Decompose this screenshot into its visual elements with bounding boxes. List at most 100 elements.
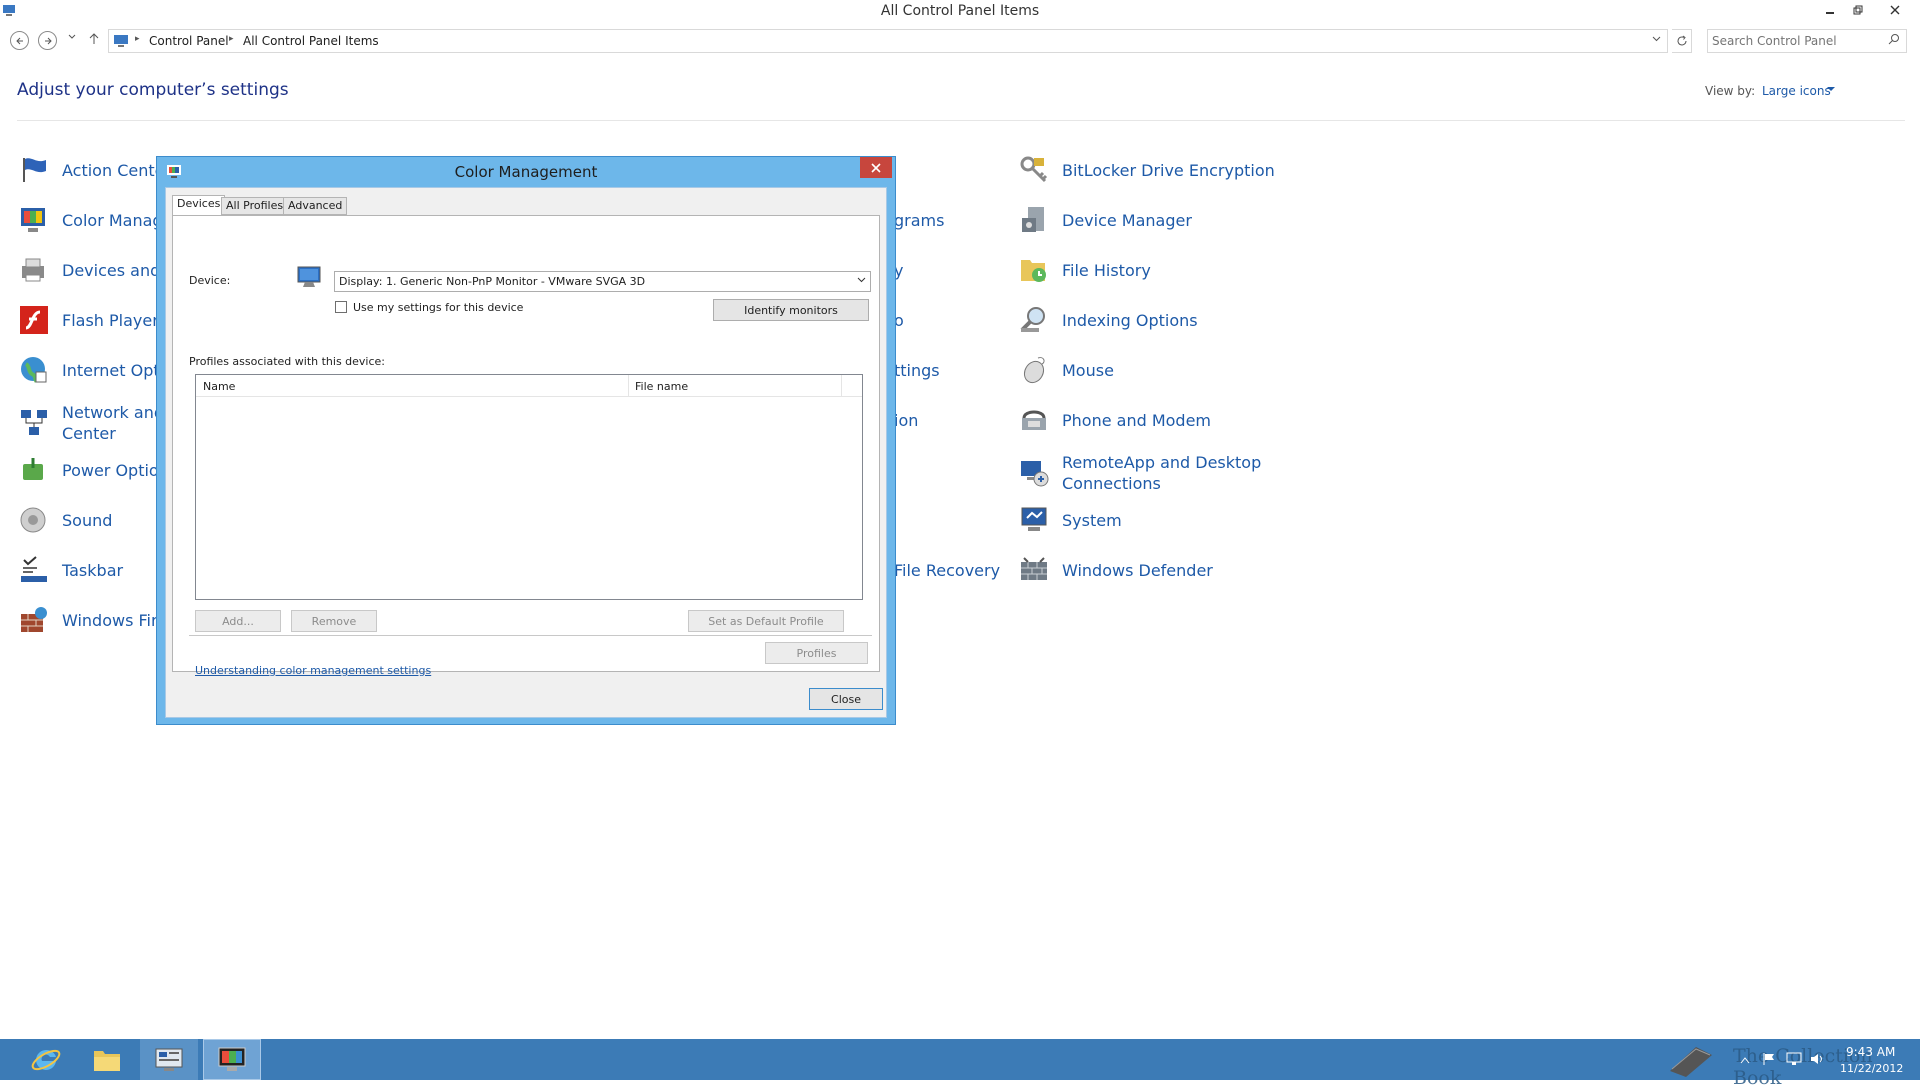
chevron-down-icon (857, 275, 866, 287)
clock-time[interactable]: 9:43 AM (1846, 1045, 1895, 1059)
color-management-icon (21, 208, 45, 232)
flash-icon (20, 306, 48, 334)
firewall-icon (21, 607, 47, 632)
recent-locations-button[interactable] (68, 33, 76, 44)
minimize-button[interactable] (1817, 0, 1843, 20)
phone-icon (1022, 410, 1046, 430)
search-box[interactable] (1707, 29, 1907, 53)
taskbar-control-panel[interactable] (140, 1039, 198, 1080)
remote-icon (1021, 461, 1049, 487)
use-settings-checkbox[interactable] (335, 301, 347, 313)
taskbar-color-management[interactable] (203, 1039, 261, 1080)
item-label: System (1062, 510, 1122, 530)
close-window-button[interactable] (1882, 0, 1908, 20)
close-icon (1890, 5, 1900, 15)
breadcrumb-control-panel[interactable]: Control Panel (149, 34, 229, 48)
item-flash-player[interactable]: Flash Player ( (18, 304, 170, 336)
search-icon[interactable] (1888, 33, 1900, 49)
view-by-label: View by: (1705, 84, 1756, 98)
item-taskbar[interactable]: Taskbar (18, 554, 123, 586)
chevron-down-icon (1652, 36, 1661, 42)
item-power-options[interactable]: Power Option (18, 454, 169, 486)
item-mouse[interactable]: Mouse (1018, 354, 1114, 386)
chevron-down-icon (68, 34, 76, 39)
set-default-profile-button[interactable]: Set as Default Profile (688, 610, 844, 632)
item-file-history[interactable]: File History (1018, 254, 1151, 286)
item-label: ion (894, 411, 919, 430)
column-header-name[interactable]: Name (203, 380, 235, 393)
forward-button[interactable] (38, 31, 57, 50)
volume-icon[interactable] (1810, 1052, 1826, 1066)
device-select[interactable]: Display: 1. Generic Non-PnP Monitor - VM… (334, 271, 871, 292)
item-windows-defender[interactable]: Windows Defender (1018, 554, 1213, 586)
item-label: File Recovery (894, 561, 1001, 580)
use-settings-label[interactable]: Use my settings for this device (353, 301, 523, 314)
tab-advanced[interactable]: Advanced (283, 197, 348, 215)
clock-date[interactable]: 11/22/2012 (1840, 1062, 1903, 1075)
profiles-label: Profiles associated with this device: (189, 355, 386, 368)
item-devices-printers[interactable]: Devices and P (18, 254, 175, 286)
minimize-icon (1826, 12, 1834, 14)
item-device-manager[interactable]: Device Manager (1018, 204, 1192, 236)
remove-profile-button[interactable]: Remove (291, 610, 377, 632)
search-input[interactable] (1712, 33, 1882, 49)
tab-all-profiles[interactable]: All Profiles (221, 197, 289, 215)
chevron-down-icon[interactable] (1827, 85, 1835, 93)
dialog-close-button[interactable] (860, 157, 892, 178)
taskbar-internet-explorer[interactable] (17, 1039, 75, 1080)
item-indexing-options[interactable]: Indexing Options (1018, 304, 1198, 336)
refresh-button[interactable] (1672, 29, 1692, 53)
item-label: Windows Fire (62, 610, 168, 630)
item-color-management[interactable]: Color Manage (18, 204, 172, 236)
profiles-list-header: Name File name (196, 375, 862, 397)
internet-explorer-icon (31, 1049, 61, 1070)
item-system[interactable]: System (1018, 504, 1122, 536)
item-column2-row6[interactable]: ion (894, 410, 918, 431)
item-bitlocker[interactable]: BitLocker Drive Encryption (1018, 154, 1275, 186)
section-divider (189, 635, 872, 636)
column-divider[interactable] (841, 375, 842, 397)
up-button[interactable] (88, 32, 100, 48)
item-phone-modem[interactable]: Phone and Modem (1018, 404, 1211, 436)
control-panel-icon (114, 35, 128, 47)
breadcrumb-all-items[interactable]: All Control Panel Items (243, 34, 379, 48)
restore-button[interactable] (1845, 0, 1871, 20)
close-button[interactable]: Close (809, 688, 883, 710)
refresh-icon (1677, 35, 1686, 46)
taskbar: The Collection Book 9:43 AM 11/22/2012 (0, 1039, 1920, 1089)
item-network-sharing[interactable]: Network and Center (18, 402, 164, 444)
tab-devices[interactable]: Devices (172, 195, 226, 216)
header-divider (17, 120, 1905, 121)
network-tray-icon[interactable] (1786, 1052, 1802, 1066)
item-action-center[interactable]: Action Center (18, 154, 171, 186)
taskbar-icon (21, 556, 47, 582)
column-divider[interactable] (628, 375, 629, 397)
show-hidden-icons-icon[interactable] (1740, 1056, 1750, 1064)
flag-icon (23, 158, 46, 182)
identify-monitors-button[interactable]: Identify monitors (713, 299, 869, 321)
color-management-icon (218, 1047, 246, 1071)
help-link[interactable]: Understanding color management settings (195, 664, 431, 677)
item-programs[interactable]: grams (894, 210, 944, 231)
action-center-flag-icon[interactable] (1762, 1052, 1776, 1066)
address-history-button[interactable] (1652, 34, 1661, 46)
book-logo-icon (1670, 1047, 1712, 1077)
view-by-dropdown[interactable]: Large icons (1762, 84, 1831, 98)
item-internet-options[interactable]: Internet Optic (18, 354, 173, 386)
device-manager-icon (1022, 207, 1044, 232)
profiles-list[interactable]: Name File name (195, 374, 863, 600)
address-field[interactable]: ▸ Control Panel ▸ All Control Panel Item… (108, 29, 1668, 53)
item-file-recovery[interactable]: File Recovery (894, 560, 1000, 581)
back-button[interactable] (10, 31, 29, 50)
add-profile-button[interactable]: Add... (195, 610, 281, 632)
item-label: Indexing Options (1062, 310, 1198, 330)
address-bar: ▸ Control Panel ▸ All Control Panel Item… (0, 27, 1920, 55)
speaker-icon (20, 507, 46, 533)
item-sound[interactable]: Sound (18, 504, 112, 536)
item-windows-firewall[interactable]: Windows Fire (18, 604, 167, 636)
item-remoteapp[interactable]: RemoteApp and Desktop Connections (1018, 452, 1261, 494)
profiles-button[interactable]: Profiles (765, 642, 868, 664)
column-header-file-name[interactable]: File name (635, 380, 688, 393)
item-column2-row5[interactable]: ttings (894, 360, 940, 381)
taskbar-file-explorer[interactable] (78, 1039, 136, 1080)
